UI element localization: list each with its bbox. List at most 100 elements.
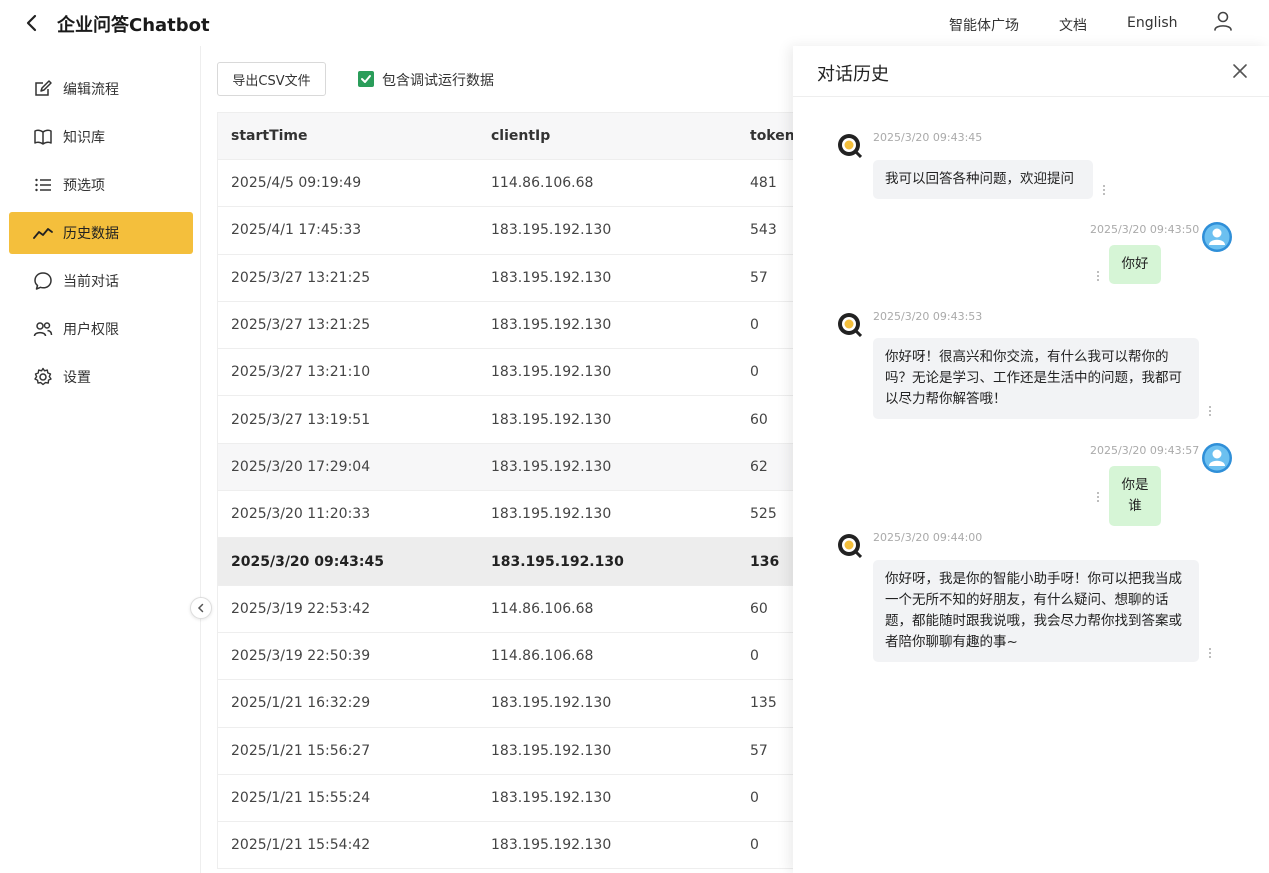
table-row[interactable]: 2025/3/20 11:20:33 183.195.192.130 525	[217, 491, 817, 539]
cell-start-time: 2025/3/27 13:21:25	[231, 269, 371, 286]
cell-client-ip: 183.195.192.130	[491, 742, 612, 759]
user-message-bubble: 你是谁	[1109, 466, 1161, 526]
cell-client-ip: 183.195.192.130	[491, 411, 612, 428]
table-row[interactable]: 2025/4/5 09:19:49 114.86.106.68 481	[217, 160, 817, 208]
cell-start-time: 2025/1/21 15:55:24	[231, 790, 371, 806]
cell-client-ip: 183.195.192.130	[491, 269, 612, 286]
table-row[interactable]: 2025/3/19 22:53:42 114.86.106.68 60	[217, 585, 817, 633]
column-header-starttime[interactable]: startTime	[231, 128, 308, 144]
sidebar-item-current-chat[interactable]: 当前对话	[9, 260, 193, 302]
more-options-icon[interactable]	[1102, 184, 1106, 196]
sidebar-item-settings[interactable]: 设置	[9, 356, 193, 398]
drawer-title: 对话历史	[817, 64, 889, 85]
table-row[interactable]: 2025/4/1 17:45:33 183.195.192.130 543	[217, 207, 817, 255]
sidebar-item-label: 编辑流程	[63, 82, 119, 98]
cell-client-ip: 183.195.192.130	[491, 458, 612, 475]
cell-start-time: 2025/1/21 16:32:29	[231, 695, 371, 712]
table-row[interactable]: 2025/3/27 13:19:51 183.195.192.130 60	[217, 396, 817, 444]
app-header: 企业问答Chatbot 智能体广场 文档 English	[0, 0, 1269, 46]
back-arrow-icon[interactable]	[22, 13, 42, 33]
cell-token-usage: 543	[750, 222, 777, 239]
table-row[interactable]: 2025/1/21 15:54:42 183.195.192.130 0	[217, 822, 817, 870]
sidebar-item-label: 知识库	[63, 130, 105, 146]
message-timestamp: 2025/3/20 09:43:53	[873, 310, 983, 323]
sidebar-item-edit-flow[interactable]: 编辑流程	[9, 68, 193, 110]
sidebar-item-presets[interactable]: 预选项	[9, 164, 193, 206]
check-icon	[361, 75, 371, 83]
message-timestamp: 2025/3/20 09:43:45	[873, 131, 983, 144]
more-options-icon[interactable]	[1096, 270, 1100, 282]
table-row[interactable]: 2025/1/21 15:55:24 183.195.192.130 0	[217, 774, 817, 823]
cell-client-ip: 183.195.192.130	[491, 695, 612, 712]
cell-token-usage: 0	[750, 648, 759, 665]
cell-client-ip: 183.195.192.130	[491, 553, 624, 570]
cell-client-ip: 183.195.192.130	[491, 222, 612, 239]
export-csv-button[interactable]: 导出CSV文件	[217, 62, 326, 96]
table-row[interactable]: 2025/3/27 13:21:10 183.195.192.130 0	[217, 349, 817, 397]
nav-language[interactable]: English	[1127, 15, 1178, 31]
nav-docs[interactable]: 文档	[1059, 15, 1087, 35]
bot-message-bubble: 你好呀，我是你的智能小助手呀！你可以把我当成一个无所不知的好朋友，有什么疑问、想…	[873, 560, 1199, 662]
bot-message-bubble: 你好呀！很高兴和你交流，有什么我可以帮你的吗？无论是学习、工作还是生活中的问题，…	[873, 338, 1199, 419]
sidebar-item-label: 历史数据	[63, 226, 119, 242]
bot-avatar-icon	[838, 134, 862, 158]
user-message-bubble: 你好	[1109, 245, 1161, 284]
cell-token-usage: 135	[750, 695, 777, 712]
sidebar-item-label: 当前对话	[63, 274, 119, 290]
gear-icon	[34, 367, 52, 386]
cell-start-time: 2025/3/19 22:50:39	[231, 648, 371, 665]
table-row[interactable]: 2025/3/27 13:21:25 183.195.192.130 57	[217, 254, 817, 302]
chat-history-drawer: 对话历史 2025/3/20 09:43:45 我可以回答各种问题，欢迎提问 2…	[793, 46, 1269, 873]
user-avatar-icon	[1202, 443, 1232, 473]
cell-start-time: 2025/3/27 13:21:10	[231, 364, 371, 381]
message-timestamp: 2025/3/20 09:43:57	[1090, 444, 1200, 457]
chevron-left-icon	[197, 603, 204, 613]
cell-client-ip: 114.86.106.68	[491, 600, 594, 617]
cell-start-time: 2025/3/20 11:20:33	[231, 506, 371, 523]
more-options-icon[interactable]	[1208, 647, 1212, 659]
more-options-icon[interactable]	[1208, 405, 1212, 417]
cell-start-time: 2025/4/1 17:45:33	[231, 222, 362, 239]
table-header: startTime clientIp tokenU	[217, 112, 817, 160]
include-debug-checkbox[interactable]	[358, 71, 374, 87]
include-debug-label[interactable]: 包含调试运行数据	[382, 70, 494, 90]
message-timestamp: 2025/3/20 09:43:50	[1090, 223, 1200, 236]
table-row[interactable]: 2025/3/19 22:50:39 114.86.106.68 0	[217, 632, 817, 681]
users-icon	[33, 322, 53, 337]
table-row[interactable]: 2025/3/20 09:43:45 183.195.192.130 136	[217, 538, 817, 586]
cell-token-usage: 0	[750, 837, 759, 854]
cell-start-time: 2025/3/20 17:29:04	[231, 458, 371, 475]
sidebar-item-user-permissions[interactable]: 用户权限	[9, 308, 193, 350]
more-options-icon[interactable]	[1096, 491, 1100, 503]
sidebar-item-label: 设置	[63, 370, 91, 386]
nav-agent-plaza[interactable]: 智能体广场	[949, 15, 1019, 35]
table-row[interactable]: 2025/3/20 17:29:04 183.195.192.130 62	[217, 443, 817, 492]
sidebar-item-label: 用户权限	[63, 322, 119, 338]
chat-icon	[34, 272, 52, 290]
cell-token-usage: 60	[750, 411, 768, 428]
cell-start-time: 2025/3/27 13:19:51	[231, 411, 371, 428]
table-row[interactable]: 2025/3/27 13:21:25 183.195.192.130 0	[217, 301, 817, 350]
cell-token-usage: 0	[750, 317, 759, 334]
cell-client-ip: 114.86.106.68	[491, 648, 594, 665]
cell-client-ip: 183.195.192.130	[491, 364, 612, 381]
sidebar-item-history[interactable]: 历史数据	[9, 212, 193, 254]
cell-start-time: 2025/3/19 22:53:42	[231, 600, 371, 617]
sidebar-collapse-button[interactable]	[190, 597, 212, 619]
edit-icon	[35, 80, 52, 96]
user-avatar-icon	[1202, 222, 1232, 252]
cell-start-time: 2025/1/21 15:56:27	[231, 742, 371, 759]
close-icon[interactable]	[1231, 62, 1249, 80]
cell-client-ip: 183.195.192.130	[491, 506, 612, 523]
user-icon[interactable]	[1212, 10, 1234, 32]
cell-start-time: 2025/3/27 13:21:25	[231, 317, 371, 334]
table-row[interactable]: 2025/1/21 16:32:29 183.195.192.130 135	[217, 680, 817, 728]
sidebar-item-knowledge-base[interactable]: 知识库	[9, 116, 193, 158]
table-row[interactable]: 2025/1/21 15:56:27 183.195.192.130 57	[217, 727, 817, 775]
trend-icon	[33, 228, 53, 239]
column-header-clientip[interactable]: clientIp	[491, 128, 550, 144]
cell-token-usage: 0	[750, 364, 759, 381]
drawer-header: 对话历史	[793, 46, 1269, 97]
sidebar-item-label: 预选项	[63, 178, 105, 194]
book-icon	[34, 129, 52, 145]
